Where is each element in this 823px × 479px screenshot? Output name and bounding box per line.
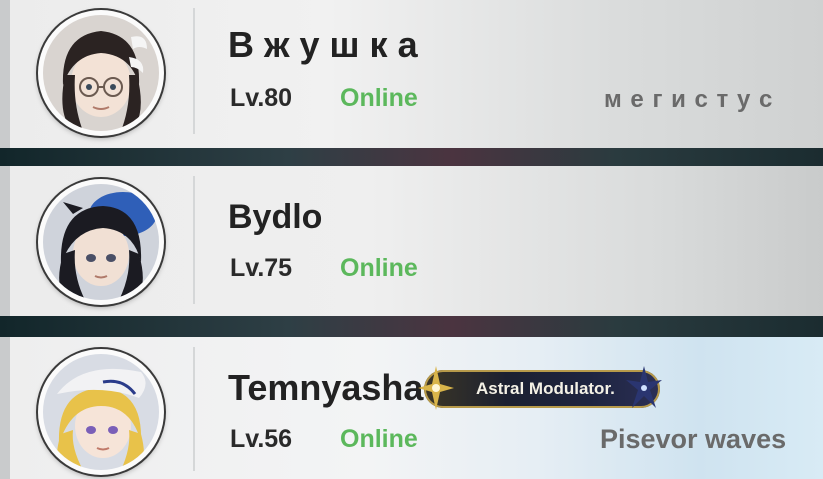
avatar[interactable] bbox=[38, 179, 164, 305]
friend-card-3[interactable]: Temnyasha Astral Modulator. Lv.56 Online… bbox=[0, 337, 823, 479]
avatar-portrait-icon bbox=[43, 354, 159, 470]
card-accent-strip bbox=[0, 337, 10, 479]
card-divider bbox=[193, 347, 195, 471]
friend-status-online: Online bbox=[340, 84, 418, 112]
friend-name: В ж у ш к а bbox=[228, 24, 418, 65]
friend-status-online: Online bbox=[340, 425, 418, 453]
friend-level: Lv.56 bbox=[230, 425, 293, 453]
card-accent-strip bbox=[0, 0, 10, 148]
friend-level: Lv.80 bbox=[230, 84, 293, 112]
card-divider bbox=[193, 8, 195, 134]
title-badge[interactable]: Astral Modulator. bbox=[418, 366, 662, 410]
friend-signature: м е г и с т у с bbox=[604, 86, 774, 113]
avatar-portrait-icon bbox=[43, 15, 159, 131]
card-divider bbox=[193, 176, 195, 304]
badge-star-left-icon bbox=[418, 366, 454, 410]
avatar-portrait-icon bbox=[43, 184, 159, 300]
friend-card-2[interactable]: Bydlo Lv.75 Online bbox=[0, 166, 823, 316]
avatar[interactable] bbox=[38, 349, 164, 475]
card-accent-strip bbox=[0, 166, 10, 316]
friend-name: Temnyasha bbox=[228, 367, 424, 408]
friend-name: Bydlo bbox=[228, 198, 323, 236]
friend-level: Lv.75 bbox=[230, 254, 293, 282]
friend-card-1[interactable]: В ж у ш к а Lv.80 Online м е г и с т у с bbox=[0, 0, 823, 148]
title-badge-label: Astral Modulator. bbox=[476, 379, 615, 398]
badge-star-right-icon bbox=[626, 366, 662, 408]
friend-signature: Pisevor waves bbox=[600, 424, 787, 454]
avatar[interactable] bbox=[38, 10, 164, 136]
friend-status-online: Online bbox=[340, 254, 418, 282]
